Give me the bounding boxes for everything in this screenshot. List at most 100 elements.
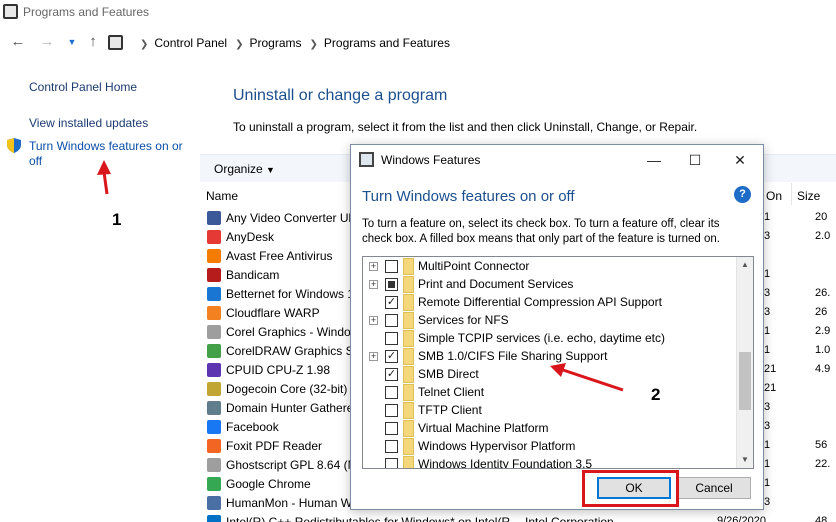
dialog-titlebar: Windows Features — ☐ ✕: [351, 145, 763, 175]
program-size: 48: [815, 515, 828, 522]
maximize-button[interactable]: ☐: [682, 149, 708, 171]
program-icon: [207, 458, 221, 472]
program-size: 20: [815, 211, 828, 223]
program-icon: [207, 477, 221, 491]
table-row[interactable]: Intel(R) C++ Redistributables for Window…: [207, 513, 836, 522]
program-name: Dogecoin Core (32-bit): [226, 382, 348, 396]
feature-label: Virtual Machine Platform: [418, 421, 549, 435]
feature-checkbox[interactable]: [385, 440, 398, 453]
column-header-installed-on[interactable]: On: [766, 189, 782, 203]
feature-item[interactable]: + Services for NFS: [363, 311, 737, 329]
help-icon[interactable]: ?: [734, 186, 751, 203]
program-icon: [207, 382, 221, 396]
close-button[interactable]: ✕: [727, 149, 753, 171]
program-installed-on: 1: [764, 477, 771, 489]
feature-item[interactable]: + MultiPoint Connector: [363, 257, 737, 275]
program-name: AnyDesk: [226, 230, 275, 244]
feature-item[interactable]: + Print and Document Services: [363, 275, 737, 293]
program-size: 26.: [815, 287, 831, 299]
scroll-down-icon[interactable]: ▼: [737, 452, 753, 468]
feature-item[interactable]: + ✓ SMB 1.0/CIFS File Sharing Support: [363, 347, 737, 365]
program-installed-on: 3: [764, 230, 771, 242]
expand-icon[interactable]: +: [369, 352, 378, 361]
program-installed-on: 3: [764, 306, 771, 318]
scroll-up-icon[interactable]: ▲: [737, 257, 753, 273]
feature-checkbox[interactable]: [385, 404, 398, 417]
program-installed-on: 1: [764, 325, 771, 337]
column-header-name[interactable]: Name: [206, 189, 238, 203]
feature-checkbox[interactable]: ✓: [385, 296, 398, 309]
feature-checkbox[interactable]: [385, 278, 398, 291]
feature-checkbox[interactable]: ✓: [385, 350, 398, 363]
cancel-button[interactable]: Cancel: [677, 477, 751, 499]
program-size: 2.0: [815, 230, 831, 242]
breadcrumb-programs-and-features[interactable]: Programs and Features: [324, 36, 450, 50]
program-icon: [207, 401, 221, 415]
window-title: Programs and Features: [23, 5, 150, 19]
program-installed-on: 9/26/2020: [717, 515, 766, 522]
chevron-down-icon[interactable]: ▼: [63, 33, 81, 51]
feature-item[interactable]: Windows Hypervisor Platform: [363, 437, 737, 455]
folder-icon: [403, 384, 414, 401]
expand-icon[interactable]: +: [369, 280, 378, 289]
program-name: Any Video Converter Ul: [226, 211, 352, 225]
feature-item[interactable]: Simple TCPIP services (i.e. echo, daytim…: [363, 329, 737, 347]
chevron-down-icon: ▼: [266, 165, 275, 175]
column-header-size[interactable]: Size: [797, 189, 820, 203]
feature-label: Windows Identity Foundation 3.5: [418, 457, 593, 469]
control-panel-icon: [3, 4, 18, 19]
breadcrumb-programs[interactable]: Programs: [250, 36, 302, 50]
expand-icon[interactable]: +: [369, 262, 378, 271]
organize-button[interactable]: Organize ▼: [214, 162, 275, 176]
folder-icon: [403, 258, 414, 275]
program-size: 1.0: [815, 344, 831, 356]
feature-item[interactable]: Virtual Machine Platform: [363, 419, 737, 437]
feature-item[interactable]: ✓ Remote Differential Compression API Sup…: [363, 293, 737, 311]
feature-checkbox[interactable]: [385, 386, 398, 399]
feature-checkbox[interactable]: ✓: [385, 368, 398, 381]
dialog-title: Windows Features: [381, 153, 481, 167]
vertical-scrollbar[interactable]: ▲ ▼: [736, 257, 753, 468]
feature-checkbox[interactable]: [385, 260, 398, 273]
program-installed-on: 3: [764, 420, 771, 432]
control-panel-home-link[interactable]: Control Panel Home: [29, 80, 137, 94]
program-installed-on: 3: [764, 496, 771, 508]
breadcrumb-control-panel[interactable]: Control Panel: [154, 36, 227, 50]
minimize-button[interactable]: —: [641, 149, 667, 171]
feature-item[interactable]: Telnet Client: [363, 383, 737, 401]
program-installed-on: 1: [764, 211, 771, 223]
feature-label: TFTP Client: [418, 403, 482, 417]
program-icon: [207, 306, 221, 320]
view-installed-updates-link[interactable]: View installed updates: [29, 116, 148, 130]
chevron-right-icon: ❯: [235, 39, 244, 50]
program-installed-on: 1: [764, 458, 771, 470]
program-name: Avast Free Antivirus: [226, 249, 333, 263]
feature-label: Telnet Client: [418, 385, 485, 399]
arrow-right-icon[interactable]: →: [38, 33, 56, 51]
arrow-left-icon[interactable]: ←: [9, 33, 27, 51]
program-icon: [207, 420, 221, 434]
scrollbar-thumb[interactable]: [739, 352, 751, 410]
feature-checkbox[interactable]: [385, 314, 398, 327]
annotation-label-1: 1: [112, 210, 122, 229]
program-size: 22.: [815, 458, 831, 470]
feature-checkbox[interactable]: [385, 332, 398, 345]
program-icon: [207, 363, 221, 377]
feature-item[interactable]: ✓ SMB Direct: [363, 365, 737, 383]
feature-checkbox[interactable]: [385, 422, 398, 435]
feature-item[interactable]: Windows Identity Foundation 3.5: [363, 455, 737, 469]
folder-icon: [403, 402, 414, 419]
window-titlebar: Programs and Features: [0, 0, 836, 26]
ok-highlight-box: [582, 470, 679, 507]
arrow-up-icon[interactable]: ↑: [84, 33, 102, 51]
feature-label: Windows Hypervisor Platform: [418, 439, 576, 453]
features-tree: + MultiPoint Connector + Print and Document…: [362, 256, 754, 469]
folder-icon: [403, 366, 414, 383]
program-installed-on: 3: [764, 287, 771, 299]
program-installed-on: 3: [764, 401, 771, 413]
feature-item[interactable]: TFTP Client: [363, 401, 737, 419]
feature-checkbox[interactable]: [385, 458, 398, 468]
turn-windows-features-link[interactable]: Turn Windows features on or off: [29, 139, 194, 169]
expand-icon[interactable]: +: [369, 316, 378, 325]
dialog-heading: Turn Windows features on or off: [362, 188, 575, 205]
